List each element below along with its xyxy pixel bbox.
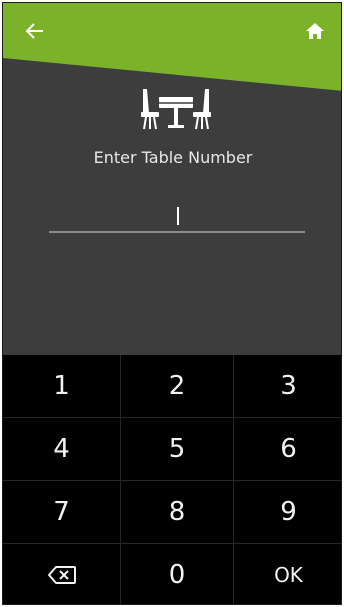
key-9[interactable]: 9	[234, 481, 341, 544]
dining-table-icon	[141, 89, 211, 130]
key-0[interactable]: 0	[121, 544, 234, 604]
header-band	[3, 3, 341, 93]
key-8[interactable]: 8	[121, 481, 234, 544]
home-icon	[306, 23, 324, 39]
ok-button[interactable]: OK	[234, 544, 341, 604]
key-4[interactable]: 4	[3, 418, 121, 481]
key-2[interactable]: 2	[121, 355, 234, 418]
table-number-input[interactable]	[49, 199, 305, 233]
key-6[interactable]: 6	[234, 418, 341, 481]
numeric-keypad: 1 2 3 4 5 6 7 8 9 0 OK	[3, 355, 341, 604]
table-number-screen: Enter Table Number 1 2 3 4 5 6 7 8 9 0 O…	[2, 2, 342, 605]
header-accent-shape	[3, 3, 341, 91]
key-3[interactable]: 3	[234, 355, 341, 418]
text-caret	[177, 207, 179, 225]
key-7[interactable]: 7	[3, 481, 121, 544]
prompt-label: Enter Table Number	[93, 148, 253, 167]
arrow-left-icon	[25, 23, 43, 39]
backspace-key[interactable]	[3, 544, 121, 604]
home-button[interactable]	[301, 17, 329, 45]
key-5[interactable]: 5	[121, 418, 234, 481]
back-button[interactable]	[21, 17, 49, 45]
key-1[interactable]: 1	[3, 355, 121, 418]
backspace-icon	[47, 566, 76, 584]
